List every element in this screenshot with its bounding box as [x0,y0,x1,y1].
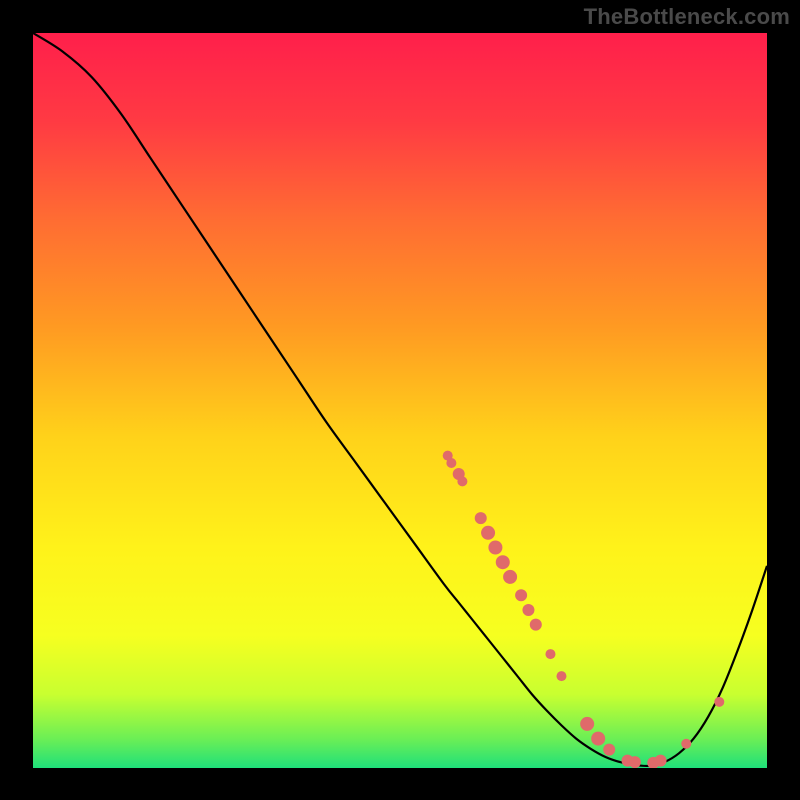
attribution-label: TheBottleneck.com [584,4,790,30]
curve-marker [481,526,495,540]
curve-marker [475,512,487,524]
curve-marker [655,755,667,767]
curve-marker [503,570,517,584]
curve-marker [522,604,534,616]
plot-area [33,33,767,768]
curve-marker [515,589,527,601]
chart-frame: TheBottleneck.com [0,0,800,800]
curve-marker [488,541,502,555]
curve-marker [496,555,510,569]
gradient-background [33,33,767,768]
curve-marker [457,476,467,486]
bottleneck-chart [33,33,767,768]
curve-marker [530,619,542,631]
curve-marker [545,649,555,659]
curve-marker [629,756,641,768]
curve-marker [580,717,594,731]
curve-marker [603,744,615,756]
curve-marker [714,697,724,707]
curve-marker [681,739,691,749]
curve-marker [591,732,605,746]
curve-marker [556,671,566,681]
curve-marker [446,458,456,468]
